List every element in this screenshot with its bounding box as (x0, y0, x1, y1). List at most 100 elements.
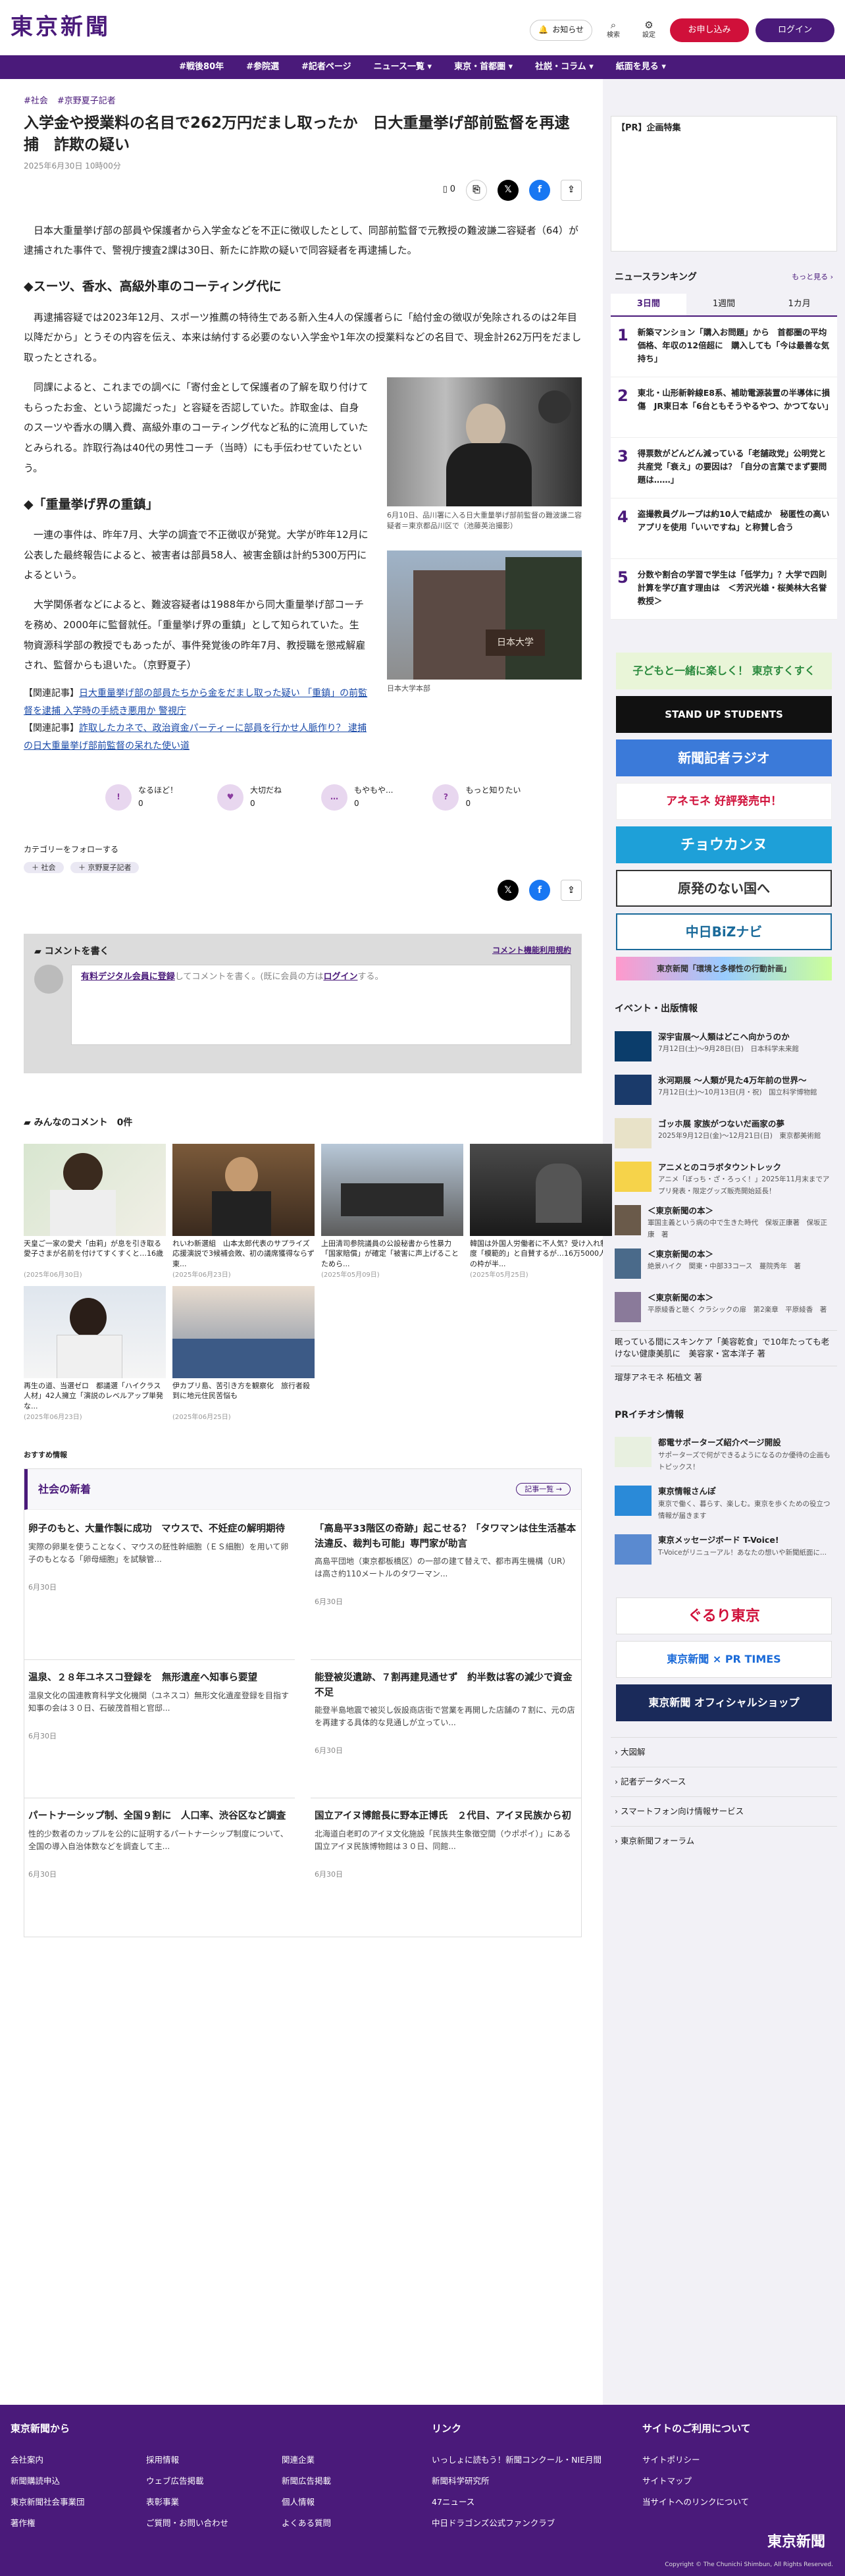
news-card[interactable]: 韓国は外国人労働者に不人気？受け入れ制度「模範的」と自賛するが…16万5000人… (470, 1143, 612, 1281)
login-button[interactable]: ログイン (755, 18, 834, 42)
search-button[interactable]: ⌕ 検索 (599, 17, 628, 43)
footer-link[interactable]: 著作権 (11, 2517, 146, 2530)
follow-chip-society[interactable]: ＋ 社会 (24, 861, 64, 874)
footer-link[interactable]: 表彰事業 (146, 2496, 282, 2509)
ranking-item[interactable]: 3 得票数がどんどん減っている「老舗政党」公明党と共産党「衰え」の要因は？「自分の… (611, 438, 837, 499)
event-item[interactable]: ＜東京新聞の本＞ 軍国主義という病の中で生きた時代 保坂正康著 保坂正康 著 (611, 1200, 837, 1243)
news-item[interactable]: 「高島平33階区の奇跡」起こせる？「タワマンは住生活基本法違反、裁判も可能」専門… (311, 1522, 581, 1661)
banner-sukusuku[interactable]: 子どもと一緒に楽しく！ 東京すくすく (616, 653, 832, 690)
news-card[interactable]: 伊カプリ島、苦引き方を観察化 旅行者殺到に地元住民苦悩も (2025年06月25日… (172, 1285, 315, 1423)
footer-link[interactable]: 会社案内 (11, 2454, 146, 2467)
facebook-share-button[interactable]: f (529, 179, 550, 201)
footer-link[interactable]: よくある質問 (282, 2517, 417, 2530)
tag-reporter[interactable]: #京野夏子記者 (57, 95, 116, 109)
comment-rules-link[interactable]: コメント機能利用規約 (492, 944, 571, 959)
share-button[interactable]: ⇪ (561, 179, 582, 201)
pr-item[interactable]: 東京情報さんぽ 東京で働く、暮らす、楽しむ。東京を歩くための役立つ情報が届きます (611, 1480, 837, 1529)
nav-item-reporters[interactable]: #記者ページ (301, 61, 351, 74)
news-item[interactable]: 能登被災遺跡、７割再建見通せず 約半数は客の減少で資金不足 能登半島地震で被災し仮… (311, 1660, 581, 1799)
follow-chip-reporter[interactable]: ＋ 京野夏子記者 (70, 861, 140, 874)
event-item[interactable]: ＜東京新聞の本＞ 平原綾香と聴く クラシックの扉 第2楽章 平原綾香 著 (611, 1287, 837, 1330)
reaction-shiritai[interactable]: ? もっと知りたい 0 (432, 784, 521, 811)
book-link[interactable]: 瑠芽アネモネ 柘植文 著 (611, 1366, 837, 1389)
local-news-more[interactable]: 記事一覧 → (516, 1482, 571, 1496)
banner-environment[interactable]: 東京新聞「環境と多様性の行動計画」 (616, 957, 832, 981)
footer-link[interactable]: 個人情報 (282, 2496, 417, 2509)
site-logo[interactable]: 東京新聞 (11, 9, 111, 45)
footer-link[interactable]: サイトマップ (642, 2475, 833, 2488)
event-item[interactable]: 氷河期展 〜人類が見た4万年前の世界〜 7月12日(土)〜10月13日(月・祝) … (611, 1069, 837, 1113)
subscribe-button[interactable]: お申し込み (670, 18, 749, 42)
event-item[interactable]: アニメとのコラボタウントレック アニメ「ぼっち・ざ・ろっく！」2025年11月末ま… (611, 1156, 837, 1200)
news-item[interactable]: 国立アイヌ博館長に野本正博氏 ２代目、アイヌ民族から初 北海道白老町のアイヌ文化施… (311, 1798, 581, 1937)
nav-item-postwar80[interactable]: #戦後80年 (179, 61, 224, 74)
footer-link[interactable]: 採用情報 (146, 2454, 282, 2467)
nav-item-election[interactable]: #参院選 (246, 61, 279, 74)
pr-feature-box[interactable]: 【PR】企画特集 (611, 116, 837, 252)
news-card[interactable]: れいわ新選組 山本太郎代表のサプライズ応援演説で3候補会敗、初の議席獲得ならず … (172, 1143, 315, 1281)
article-photo-1[interactable] (387, 377, 582, 506)
reaction-taisetsu[interactable]: ♥ 大切だね 0 (217, 784, 282, 811)
nav-item-editorial[interactable]: 社説・コラム ▾ (535, 61, 594, 74)
footer-link[interactable]: 新聞購読申込 (11, 2475, 146, 2488)
clip-button[interactable]: ⎘ (466, 179, 487, 201)
footer-link[interactable]: いっしょに読もう！新聞コンクール・NIE月間 (432, 2454, 642, 2467)
news-card[interactable]: 再生の道、当選ゼロ 都議選「ハイクラス人材」42人擁立「演説のレベルアップ単発な… (24, 1285, 166, 1423)
register-link[interactable]: 有料デジタル会員に登録 (81, 972, 175, 982)
news-item[interactable]: パートナーシップ制、全国９割に 人口率、渋谷区など調査 性的少数者のカップルを公的… (24, 1798, 295, 1937)
banner-gururi[interactable]: ぐるり東京 (616, 1597, 832, 1635)
tab-1week[interactable]: 1週間 (686, 294, 762, 315)
sidebar-menu-forum[interactable]: › 東京新聞フォーラム (611, 1826, 837, 1856)
banner-choukannu[interactable]: チョウカンヌ (616, 826, 832, 864)
event-item[interactable]: ゴッホ展 家族がつないだ画家の夢 2025年9月12日(金)〜12月21日(日) … (611, 1113, 837, 1156)
banner-anemone[interactable]: アネモネ 好評発売中！ (616, 783, 832, 820)
reaction-moyamoya[interactable]: … もやもや... 0 (321, 784, 393, 811)
footer-link[interactable]: 新聞広告掲載 (282, 2475, 417, 2488)
banner-shop[interactable]: 東京新聞 オフィシャルショップ (616, 1684, 832, 1722)
footer-link[interactable]: 当サイトへのリンクについて (642, 2496, 833, 2509)
footer-logo[interactable]: 東京新聞 (767, 2531, 825, 2554)
reaction-naruhodo[interactable]: ! なるほど！ 0 (105, 784, 178, 811)
ranking-item[interactable]: 5 分数や割合の学習で学生は「低学力」？大学で四則計算を学び直す理由は ＜芳沢光雄… (611, 559, 837, 620)
footer-link[interactable]: 47ニュース (432, 2496, 642, 2509)
tab-3days[interactable]: 3日間 (611, 294, 686, 316)
pr-item[interactable]: 都電サポーターズ紹介ページ開設 サポーターズで何ができるようになるのか優待の企画も… (611, 1432, 837, 1480)
ranking-more-link[interactable]: もっと見る › (792, 271, 833, 283)
footer-link[interactable]: 関連企業 (282, 2454, 417, 2467)
event-item[interactable]: ＜東京新聞の本＞ 絶景ハイク 関東・中部33コース 蔓院秀年 著 (611, 1243, 837, 1287)
bookmark-button[interactable]: ▯ 0 (443, 183, 455, 197)
x-share-button[interactable]: 𝕏 (498, 880, 519, 901)
pr-item[interactable]: 東京メッセージボード T-Voice! T-Voiceがリニューアル！あなたの想い… (611, 1529, 837, 1578)
sidebar-menu-smartphone[interactable]: › スマートフォン向け情報サービス (611, 1796, 837, 1826)
share-button[interactable]: ⇪ (561, 880, 582, 901)
banner-radio[interactable]: 新聞記者ラジオ (616, 739, 832, 777)
banner-prtimes[interactable]: 東京新聞 × PR TIMES (616, 1641, 832, 1678)
ranking-item[interactable]: 4 盗撮教員グループは約10人で結成か 秘匿性の高いアプリを使用「いいですね」と称… (611, 498, 837, 560)
news-card[interactable]: 天皇ご一家の愛犬「由莉」が息を引き取る 愛子さまが名前を付けてすくすくと…16歳… (24, 1143, 166, 1281)
footer-link[interactable]: サイトポリシー (642, 2454, 833, 2467)
banner-standup[interactable]: STAND UP STUDENTS (616, 696, 832, 734)
footer-link[interactable]: 新聞科学研究所 (432, 2475, 642, 2488)
news-item[interactable]: 温泉、２８年ユネスコ登録を 無形遺産へ知事ら要望 温泉文化の国連教育科学文化機関（… (24, 1660, 295, 1799)
comment-input[interactable]: 有料デジタル会員に登録してコメントを書く。(既に会員の方はログインする。 (71, 964, 571, 1045)
footer-link[interactable]: ご質問・お問い合わせ (146, 2517, 282, 2530)
nav-item-tokyo[interactable]: 東京・首都圏 ▾ (454, 61, 513, 74)
notice-button[interactable]: 🔔 お知らせ (530, 20, 592, 41)
settings-button[interactable]: ⚙ 設定 (634, 17, 663, 43)
banner-bizna[interactable]: 中日BiZナビ (616, 913, 832, 951)
nav-item-paper[interactable]: 紙面を見る ▾ (616, 61, 666, 74)
x-share-button[interactable]: 𝕏 (498, 179, 519, 201)
sidebar-menu-daizukai[interactable]: › 大図解 (611, 1737, 837, 1767)
sidebar-menu-reporters-db[interactable]: › 記者データベース (611, 1767, 837, 1796)
article-photo-2[interactable]: 日本大学 (387, 550, 582, 680)
login-link[interactable]: ログイン (323, 972, 357, 982)
book-link[interactable]: 眠っている間にスキンケア「美容乾食」で10年たっても老けない健康美肌に 美容家・… (611, 1329, 837, 1366)
footer-link[interactable]: 中日ドラゴンズ公式ファンクラブ (432, 2517, 642, 2530)
tab-1month[interactable]: 1カ月 (761, 294, 837, 315)
ranking-item[interactable]: 1 新築マンション「購入お問題」から 首都圏の平均価格、年収の12倍超に 購入して… (611, 317, 837, 378)
ranking-item[interactable]: 2 東北・山形新幹線E8系、補助電源装置の半導体に損傷 JR東日本「6台ともそうや… (611, 377, 837, 439)
news-card[interactable]: 上田清司参院議員の公設秘書から性暴力「国家賠償」が確定「被害に声上げることためら… (321, 1143, 463, 1281)
facebook-share-button[interactable]: f (529, 880, 550, 901)
nav-item-news-list[interactable]: ニュース一覧 ▾ (374, 61, 432, 74)
banner-genpatsu[interactable]: 原発のない国へ (616, 870, 832, 907)
